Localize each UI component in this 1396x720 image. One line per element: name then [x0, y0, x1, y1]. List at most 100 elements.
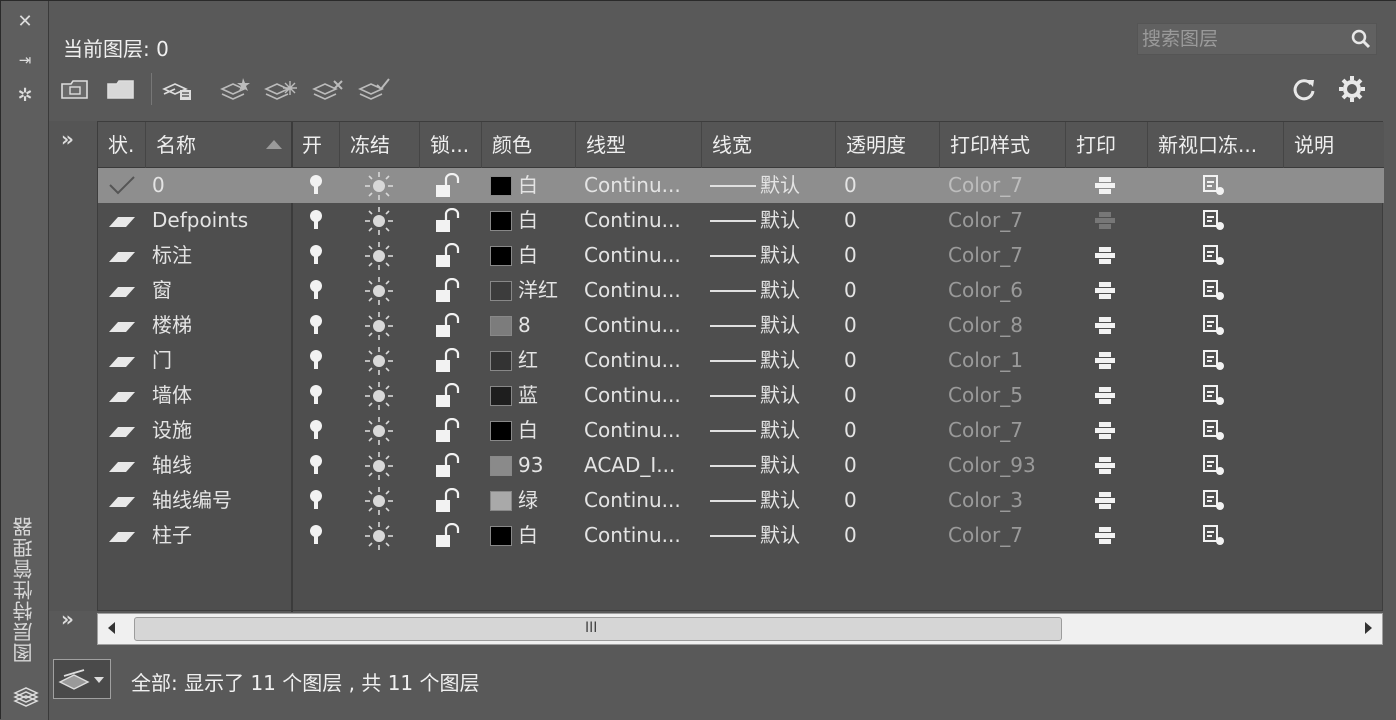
layer-name[interactable]: Defpoints [152, 203, 290, 238]
column-header-status[interactable]: 状. [98, 122, 146, 168]
layer-color-name[interactable]: 红 [518, 343, 578, 378]
printer-icon[interactable] [1094, 211, 1116, 231]
layer-lineweight[interactable]: 默认 [760, 168, 830, 203]
column-header-transparency[interactable]: 透明度 [836, 122, 940, 168]
color-swatch[interactable] [490, 526, 512, 546]
layer-color-name[interactable]: 洋红 [518, 273, 578, 308]
properties-icon[interactable]: ✲ [13, 85, 37, 107]
layer-plot-style[interactable]: Color_6 [948, 273, 1064, 308]
layer-status-icon[interactable] [108, 284, 136, 298]
unlocked-icon[interactable] [434, 173, 464, 199]
sun-thawed-icon[interactable] [364, 171, 394, 201]
color-swatch[interactable] [490, 316, 512, 336]
horizontal-scrollbar[interactable]: III [97, 613, 1383, 645]
scroll-right-icon[interactable] [1365, 622, 1372, 634]
color-swatch[interactable] [490, 246, 512, 266]
layer-linetype[interactable]: Continu... [584, 413, 702, 448]
column-header-new-vp-freeze[interactable]: 新视口冻... [1148, 122, 1284, 168]
layer-name[interactable]: 柱子 [152, 518, 290, 553]
layer-linetype[interactable]: ACAD_I... [584, 448, 702, 483]
unlocked-icon[interactable] [434, 348, 464, 374]
light-bulb-on-icon[interactable] [306, 488, 326, 514]
layer-name[interactable]: 设施 [152, 413, 290, 448]
sun-thawed-icon[interactable] [364, 416, 394, 446]
layer-linetype[interactable]: Continu... [584, 518, 702, 553]
new-layer-icon[interactable] [219, 75, 253, 103]
new-viewport-thaw-icon[interactable] [1202, 419, 1228, 443]
layer-transparency[interactable]: 0 [844, 168, 934, 203]
light-bulb-on-icon[interactable] [306, 383, 326, 409]
layer-lineweight[interactable]: 默认 [760, 238, 830, 273]
layer-linetype[interactable]: Continu... [584, 483, 702, 518]
layer-name[interactable]: 门 [152, 343, 290, 378]
color-swatch[interactable] [490, 421, 512, 441]
sun-thawed-icon[interactable] [364, 311, 394, 341]
sun-thawed-icon[interactable] [364, 451, 394, 481]
layer-color-name[interactable]: 白 [518, 238, 578, 273]
unlocked-icon[interactable] [434, 523, 464, 549]
column-header-lock[interactable]: 锁... [420, 122, 482, 168]
new-viewport-thaw-icon[interactable] [1202, 209, 1228, 233]
layer-plot-style[interactable]: Color_8 [948, 308, 1064, 343]
layer-color-name[interactable]: 8 [518, 308, 578, 343]
layer-color-name[interactable]: 绿 [518, 483, 578, 518]
layer-states-manager-icon[interactable] [161, 75, 195, 103]
layer-plot-style[interactable]: Color_1 [948, 343, 1064, 378]
layer-status-icon[interactable] [108, 529, 136, 543]
color-swatch[interactable] [490, 351, 512, 371]
layer-name[interactable]: 墙体 [152, 378, 290, 413]
new-viewport-thaw-icon[interactable] [1202, 174, 1228, 198]
light-bulb-on-icon[interactable] [306, 243, 326, 269]
layer-row[interactable]: 门 红 Continu... 默认 0 Color_1 [98, 343, 1384, 378]
layer-lineweight[interactable]: 默认 [760, 448, 830, 483]
layer-plot-style[interactable]: Color_7 [948, 413, 1064, 448]
printer-icon[interactable] [1094, 281, 1116, 301]
layer-linetype[interactable]: Continu... [584, 168, 702, 203]
scroll-left-icon[interactable] [108, 622, 115, 634]
layer-transparency[interactable]: 0 [844, 308, 934, 343]
layer-color-name[interactable]: 白 [518, 203, 578, 238]
layer-lineweight[interactable]: 默认 [760, 273, 830, 308]
sun-thawed-icon[interactable] [364, 521, 394, 551]
new-viewport-thaw-icon[interactable] [1202, 489, 1228, 513]
layer-color-name[interactable]: 白 [518, 413, 578, 448]
column-header-plot[interactable]: 打印 [1066, 122, 1148, 168]
new-viewport-thaw-icon[interactable] [1202, 384, 1228, 408]
color-swatch[interactable] [490, 176, 512, 196]
layer-transparency[interactable]: 0 [844, 413, 934, 448]
filter-tree-pane[interactable]: » » [49, 121, 97, 631]
column-header-description[interactable]: 说明 [1284, 122, 1384, 168]
layer-linetype[interactable]: Continu... [584, 273, 702, 308]
new-viewport-thaw-icon[interactable] [1202, 314, 1228, 338]
unlocked-icon[interactable] [434, 313, 464, 339]
layer-lineweight[interactable]: 默认 [760, 483, 830, 518]
light-bulb-on-icon[interactable] [306, 418, 326, 444]
new-viewport-thaw-icon[interactable] [1202, 349, 1228, 373]
column-header-freeze[interactable]: 冻结 [340, 122, 420, 168]
layer-name[interactable]: 轴线编号 [152, 483, 290, 518]
color-swatch[interactable] [490, 386, 512, 406]
column-header-plot-style[interactable]: 打印样式 [940, 122, 1066, 168]
layer-row[interactable]: 窗 洋红 Continu... 默认 0 Color_6 [98, 273, 1384, 308]
layer-row[interactable]: 柱子 白 Continu... 默认 0 Color_7 [98, 518, 1384, 553]
expand-filter-tree-bottom-icon[interactable]: » [61, 607, 74, 631]
layer-status-icon[interactable] [108, 494, 136, 508]
layer-row[interactable]: 标注 白 Continu... 默认 0 Color_7 [98, 238, 1384, 273]
new-property-filter-icon[interactable] [59, 75, 93, 103]
close-icon[interactable]: ✕ [13, 11, 37, 33]
layer-list[interactable]: 状. 名称 开 冻结 锁... 颜色 线型 线宽 透明度 打印样式 打印 新视口… [97, 121, 1384, 612]
search-icon[interactable] [1350, 28, 1372, 50]
printer-icon[interactable] [1094, 351, 1116, 371]
layer-transparency[interactable]: 0 [844, 378, 934, 413]
sun-thawed-icon[interactable] [364, 241, 394, 271]
layer-status-icon[interactable] [108, 424, 136, 438]
layer-row[interactable]: 楼梯 8 Continu... 默认 0 Color_8 [98, 308, 1384, 343]
layer-plot-style[interactable]: Color_7 [948, 168, 1064, 203]
layer-plot-style[interactable]: Color_7 [948, 518, 1064, 553]
layer-transparency[interactable]: 0 [844, 238, 934, 273]
printer-icon[interactable] [1094, 316, 1116, 336]
layer-row[interactable]: 设施 白 Continu... 默认 0 Color_7 [98, 413, 1384, 448]
layer-linetype[interactable]: Continu... [584, 308, 702, 343]
layer-status-icon[interactable] [108, 214, 136, 228]
layer-name[interactable]: 窗 [152, 273, 290, 308]
